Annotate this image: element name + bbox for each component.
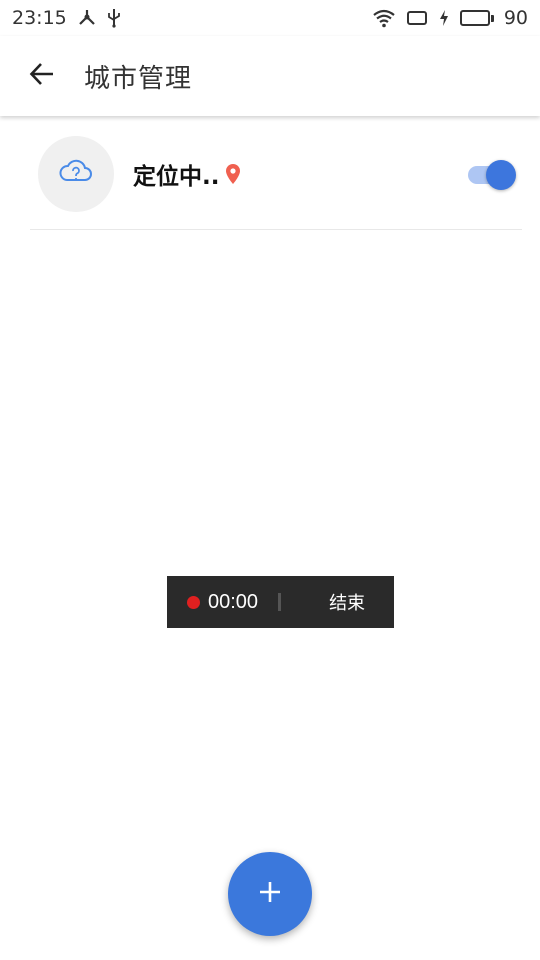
- status-time: 23:15: [12, 7, 67, 29]
- end-recording-button[interactable]: 结束: [329, 589, 365, 615]
- arrow-left-icon: [28, 60, 56, 92]
- battery-level: 90: [503, 7, 528, 29]
- recording-time: 00:00: [208, 590, 259, 613]
- screen-rotate-icon: [406, 9, 428, 27]
- add-city-button[interactable]: [228, 852, 312, 936]
- location-toggle[interactable]: [468, 158, 516, 190]
- divider: [278, 593, 282, 611]
- toggle-thumb: [486, 160, 516, 190]
- status-bar-left: 23:15: [12, 7, 121, 29]
- app-bar: 城市管理: [0, 36, 540, 116]
- recording-dot-icon: [187, 595, 200, 609]
- location-pin-icon: [225, 163, 241, 185]
- status-bar-right: 90: [372, 7, 528, 29]
- cloud-question-icon: [58, 157, 94, 191]
- battery-icon: [459, 10, 494, 26]
- city-list-item[interactable]: 定位中..: [30, 118, 522, 230]
- network-share-icon: [77, 8, 97, 28]
- weather-icon-container: [38, 135, 114, 212]
- city-name: 定位中..: [133, 163, 220, 190]
- plus-icon: [258, 880, 282, 908]
- back-button[interactable]: [0, 36, 84, 116]
- usb-icon: [107, 8, 121, 28]
- status-bar: 23:15 90: [0, 0, 540, 36]
- recording-overlay: 00:00 结束: [167, 576, 394, 628]
- page-title: 城市管理: [84, 63, 193, 94]
- charging-icon: [438, 9, 450, 27]
- wifi-icon: [372, 8, 396, 28]
